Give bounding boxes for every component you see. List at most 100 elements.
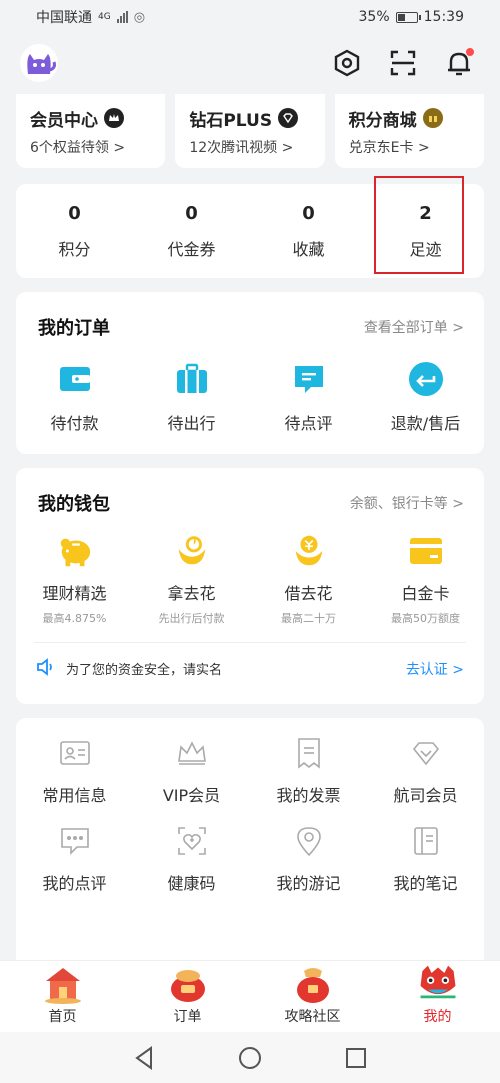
tab-home[interactable]: 首页 — [0, 961, 125, 1032]
wallet-more-link[interactable]: 余额、银行卡等 > — [350, 493, 464, 513]
bottom-tab-bar: 首页 订单 攻略社区 我的 — [0, 960, 500, 1032]
tool-travel-notes[interactable]: 我的游记 — [250, 824, 367, 894]
suitcase-icon — [173, 360, 211, 398]
crown-icon — [104, 108, 124, 128]
tools-card: 常用信息 VIP会员 我的发票 航司会员 我的点评 健康码 我的游记 我的笔记 — [16, 718, 484, 998]
stat-favorites[interactable]: 0 收藏 — [250, 203, 367, 260]
order-pending-payment[interactable]: 待付款 — [16, 360, 133, 434]
tool-label: 我的笔记 — [393, 874, 458, 893]
refund-icon — [407, 360, 445, 398]
home-nav-icon[interactable] — [237, 1045, 263, 1071]
vip-crown-icon — [175, 736, 209, 770]
wallet-sublabel: 最高50万额度 — [391, 612, 460, 625]
points-mall-card[interactable]: 积分商城 兑京东E卡 > — [334, 94, 484, 168]
wallet-sublabel: 最高二十万 — [281, 612, 336, 625]
tool-label: 常用信息 — [42, 786, 107, 805]
order-label: 待付款 — [50, 414, 99, 433]
tool-label: 航司会员 — [393, 786, 458, 805]
stat-label: 收藏 — [292, 239, 325, 259]
bell-icon[interactable] — [444, 48, 474, 78]
tab-label: 攻略社区 — [284, 1009, 341, 1025]
wallet-jiequhua[interactable]: 借去花 最高二十万 — [250, 532, 367, 626]
tool-airline-member[interactable]: 航司会员 — [367, 736, 484, 806]
orders-card: 我的订单 查看全部订单 > 待付款 待出行 待点评 退款/售后 — [16, 292, 484, 454]
tool-label: 我的游记 — [276, 874, 341, 893]
order-label: 待点评 — [284, 414, 333, 433]
order-tab-icon — [165, 961, 211, 1006]
tool-my-reviews[interactable]: 我的点评 — [16, 824, 133, 894]
tool-label: 健康码 — [167, 874, 216, 893]
wallet-naquhua[interactable]: 拿去花 先出行后付款 — [133, 532, 250, 626]
carrier-label: 中国联通 — [36, 10, 92, 26]
wallet-sublabel: 先出行后付款 — [158, 612, 225, 625]
stat-number: 0 — [185, 202, 198, 224]
stat-vouchers[interactable]: 0 代金券 — [133, 203, 250, 260]
tool-invoice[interactable]: 我的发票 — [250, 736, 367, 806]
verify-notice[interactable]: 为了您的资金安全，请实名 去认证 > — [34, 642, 466, 694]
verify-notice-text: 为了您的资金安全，请实名 — [66, 663, 223, 678]
wallet-icon — [56, 360, 94, 398]
wallet-platinum-card[interactable]: 白金卡 最高50万额度 — [367, 532, 484, 626]
tool-my-notes[interactable]: 我的笔记 — [367, 824, 484, 894]
location-pin-icon — [292, 824, 326, 858]
stat-number: 0 — [68, 202, 81, 224]
member-card-title: 积分商城 — [348, 110, 417, 131]
airline-diamond-icon — [409, 736, 443, 770]
order-label: 退款/售后 — [390, 414, 461, 433]
signal-icon — [116, 11, 128, 23]
tool-vip[interactable]: VIP会员 — [133, 736, 250, 806]
recents-nav-icon[interactable] — [343, 1045, 369, 1071]
tool-health-code[interactable]: 健康码 — [133, 824, 250, 894]
order-refund[interactable]: 退款/售后 — [367, 360, 484, 434]
wallet-label: 拿去花 — [167, 584, 216, 603]
coin-flower-icon — [290, 532, 328, 570]
settings-icon[interactable] — [332, 48, 362, 78]
wallet-wealth[interactable]: 理财精选 最高4.875% — [16, 532, 133, 626]
member-card-title: 会员中心 — [30, 110, 98, 131]
status-bar: 中国联通 4G ◎ 35% 15:39 — [0, 0, 500, 34]
tab-orders[interactable]: 订单 — [125, 961, 250, 1032]
speaker-icon — [36, 657, 56, 680]
stats-card: 0 积分 0 代金券 0 收藏 2 足迹 — [16, 176, 484, 278]
member-card-title: 钻石PLUS — [189, 110, 273, 131]
wallet-title: 我的钱包 — [38, 494, 110, 515]
hotspot-icon: ◎ — [133, 9, 146, 25]
card-icon — [407, 532, 445, 570]
scan-icon[interactable] — [388, 48, 418, 78]
gift-icon — [422, 108, 443, 128]
member-cards: 会员中心 6个权益待领 > 钻石PLUS 12次腾讯视频 > 积分商城 兑京东E… — [0, 94, 500, 168]
invoice-icon — [292, 736, 326, 770]
wallet-label: 白金卡 — [401, 584, 450, 603]
member-card-subtitle: 12次腾讯视频 > — [189, 139, 294, 156]
cat-avatar-icon[interactable] — [20, 44, 58, 82]
order-pending-review[interactable]: 待点评 — [250, 360, 367, 434]
community-tab-icon — [290, 961, 336, 1006]
stat-points[interactable]: 0 积分 — [16, 203, 133, 260]
notification-dot — [466, 48, 474, 56]
view-all-orders-link[interactable]: 查看全部订单 > — [364, 317, 464, 337]
wallet-card: 我的钱包 余额、银行卡等 > 理财精选 最高4.875% 拿去花 先出行后付款 … — [16, 468, 484, 704]
order-label: 待出行 — [167, 414, 216, 433]
clock: 15:39 — [423, 9, 464, 25]
tab-community[interactable]: 攻略社区 — [250, 961, 375, 1032]
wallet-label: 借去花 — [284, 584, 333, 603]
back-nav-icon[interactable] — [131, 1045, 157, 1071]
health-code-icon — [175, 824, 209, 858]
id-card-icon — [58, 736, 92, 770]
network-label: 4G — [98, 12, 111, 22]
stat-label: 积分 — [58, 239, 91, 259]
tab-mine[interactable]: 我的 — [375, 961, 500, 1032]
mine-tab-icon — [415, 961, 461, 1006]
order-pending-trip[interactable]: 待出行 — [133, 360, 250, 434]
diamond-plus-card[interactable]: 钻石PLUS 12次腾讯视频 > — [175, 94, 325, 168]
wallet-label: 理财精选 — [42, 584, 107, 603]
tool-common-info[interactable]: 常用信息 — [16, 736, 133, 806]
verify-button[interactable]: 去认证 > — [406, 659, 464, 679]
home-tab-icon — [40, 961, 86, 1006]
orders-title: 我的订单 — [38, 318, 110, 339]
highlight-box — [374, 176, 464, 274]
tab-label: 首页 — [48, 1009, 77, 1025]
member-card-subtitle: 兑京东E卡 > — [348, 139, 430, 156]
stat-number: 0 — [302, 202, 315, 224]
member-center-card[interactable]: 会员中心 6个权益待领 > — [16, 94, 166, 168]
